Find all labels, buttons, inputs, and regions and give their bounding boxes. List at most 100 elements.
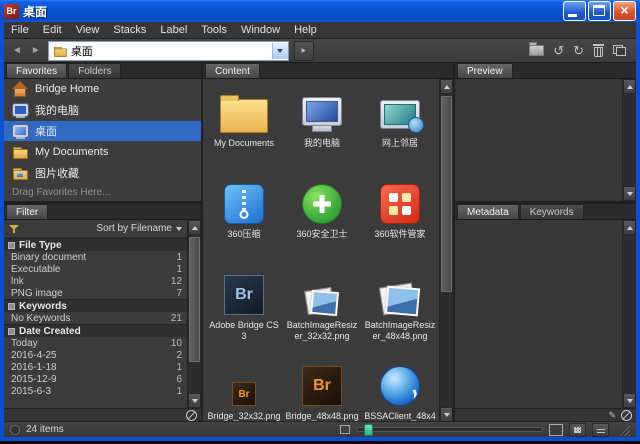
favorites-panel-tab[interactable]: Folders	[68, 63, 121, 78]
content-thumbnail[interactable]: 网上邻居	[361, 80, 439, 171]
toolbar: ◄ ► 桌面 ▸ ↺ ↻	[4, 39, 636, 63]
close-button[interactable]	[613, 1, 636, 21]
filter-panel: Filter Sort by Filename	[4, 204, 201, 422]
new-folder-icon[interactable]	[529, 45, 544, 56]
pencil-icon[interactable]: ✎	[608, 411, 616, 420]
scroll-down-icon[interactable]	[623, 393, 636, 408]
favorites-item-label: Bridge Home	[35, 83, 99, 95]
filter-row[interactable]: lnk 12	[4, 275, 187, 287]
menu-item[interactable]: Tools	[194, 22, 234, 38]
filter-section-header[interactable]: Date Created	[4, 324, 187, 337]
favorites-item[interactable]: Bridge Home	[4, 79, 201, 100]
filter-row[interactable]: Executable 1	[4, 263, 187, 275]
content-thumbnail[interactable]: BatchImageResizer_32x32.png	[283, 262, 361, 353]
clear-filter-icon[interactable]	[186, 410, 197, 421]
menu-item[interactable]: Label	[153, 22, 194, 38]
favorites-item[interactable]: 桌面	[4, 121, 201, 142]
preview-scrollbar[interactable]	[622, 79, 636, 201]
scroll-down-icon[interactable]	[623, 186, 636, 201]
forward-icon[interactable]: ►	[29, 46, 43, 56]
filter-row-count: 6	[176, 374, 182, 385]
content-thumbnail[interactable]: 360软件管家	[361, 171, 439, 262]
filter-row[interactable]: 2015-12-9 6	[4, 373, 187, 385]
small-thumbnail-icon[interactable]	[340, 425, 350, 434]
scrollbar-thumb[interactable]	[441, 96, 452, 292]
favorites-item-icon	[12, 144, 28, 160]
menu-item[interactable]: View	[69, 22, 107, 38]
metadata-footer: ✎	[455, 408, 636, 422]
content-thumbnail[interactable]: BatchImageResizer_48x48.png	[361, 262, 439, 353]
rotate-right-icon[interactable]: ↻	[573, 44, 584, 57]
maximize-button[interactable]	[588, 1, 611, 21]
compact-mode-icon[interactable]	[613, 45, 626, 56]
scroll-up-icon[interactable]	[440, 79, 453, 94]
file-label: 网上邻居	[382, 138, 418, 149]
menu-item[interactable]: Stacks	[106, 22, 153, 38]
menu-item[interactable]: File	[4, 22, 36, 38]
metadata-scrollbar[interactable]	[622, 220, 636, 408]
content-scrollbar[interactable]	[439, 79, 453, 422]
scroll-up-icon[interactable]	[188, 220, 201, 235]
filter-row[interactable]: 2015-6-3 1	[4, 385, 187, 397]
favorites-item-label: 我的电脑	[35, 102, 79, 118]
folder-path-combo[interactable]: 桌面	[48, 41, 289, 61]
content-thumbnail[interactable]: Adobe Bridge CS3	[205, 262, 283, 353]
detail-view-button[interactable]	[592, 423, 609, 437]
filter-row[interactable]: 2016-4-25 2	[4, 349, 187, 361]
content-thumbnail[interactable]: 360安全卫士	[283, 171, 361, 262]
filter-tab[interactable]: Filter	[6, 204, 48, 219]
resize-grip[interactable]	[617, 423, 630, 436]
favorites-item-label: 图片收藏	[35, 165, 79, 181]
favorites-item[interactable]: My Documents	[4, 141, 201, 162]
filter-row[interactable]: PNG image 7	[4, 287, 187, 299]
content-thumbnail[interactable]: 我的电脑	[283, 80, 361, 171]
content-thumbnail[interactable]: My Documents	[205, 80, 283, 171]
filter-section-header[interactable]: File Type	[4, 238, 187, 251]
go-up-button[interactable]: ▸	[294, 41, 314, 61]
file-icon	[380, 366, 420, 406]
scroll-up-icon[interactable]	[623, 220, 636, 235]
thumbnail-view-button[interactable]	[569, 423, 586, 437]
file-icon	[380, 184, 420, 224]
menu-item[interactable]: Help	[287, 22, 324, 38]
content-tab[interactable]: Content	[205, 63, 260, 78]
filter-row[interactable]: No Keywords 21	[4, 312, 187, 324]
filter-section-header[interactable]: Keywords	[4, 299, 187, 312]
scroll-down-icon[interactable]	[440, 407, 453, 422]
menu-item[interactable]: Edit	[36, 22, 69, 38]
thumbnail-size-slider[interactable]	[356, 427, 543, 432]
favorites-item[interactable]: 图片收藏	[4, 162, 201, 183]
filter-row[interactable]: 2016-1-18 1	[4, 361, 187, 373]
file-icon	[306, 289, 338, 315]
filter-scrollbar[interactable]	[187, 220, 201, 408]
combo-dropdown-icon[interactable]	[272, 43, 288, 59]
filter-row-name: lnk	[11, 276, 171, 287]
preview-tab[interactable]: Preview	[457, 63, 513, 78]
filter-row[interactable]: Today 10	[4, 337, 187, 349]
scroll-up-icon[interactable]	[623, 79, 636, 94]
filter-row-name: 2015-6-3	[11, 386, 176, 397]
slider-thumb[interactable]	[364, 424, 373, 436]
sort-row: Sort by Filename	[4, 220, 187, 238]
filter-row[interactable]: Binary document 1	[4, 251, 187, 263]
scroll-down-icon[interactable]	[188, 393, 201, 408]
drag-favorites-hint: Drag Favorites Here...	[4, 183, 201, 201]
delete-icon[interactable]	[593, 44, 604, 57]
sort-dropdown[interactable]: Sort by Filename	[96, 223, 182, 234]
cancel-icon[interactable]	[621, 410, 632, 421]
minimize-button[interactable]	[563, 1, 586, 21]
large-thumbnail-icon[interactable]	[549, 424, 563, 436]
filter-section-title: Date Created	[19, 326, 81, 337]
scrollbar-thumb[interactable]	[189, 237, 200, 362]
metadata-panel-tab[interactable]: Metadata	[457, 204, 519, 219]
favorites-panel: Favorites Folders Bridge Home 我的电脑	[4, 63, 201, 201]
content-thumbnail[interactable]: 360压缩	[205, 171, 283, 262]
menu-item[interactable]: Window	[234, 22, 287, 38]
filter-section: Keywords No Keywords 21	[4, 299, 187, 324]
back-icon[interactable]: ◄	[10, 46, 24, 56]
metadata-panel-tab[interactable]: Keywords	[520, 204, 584, 219]
title-bar[interactable]: Br 桌面	[0, 0, 640, 22]
favorites-item[interactable]: 我的电脑	[4, 100, 201, 121]
favorites-panel-tab[interactable]: Favorites	[6, 63, 67, 78]
rotate-left-icon[interactable]: ↺	[553, 44, 564, 57]
